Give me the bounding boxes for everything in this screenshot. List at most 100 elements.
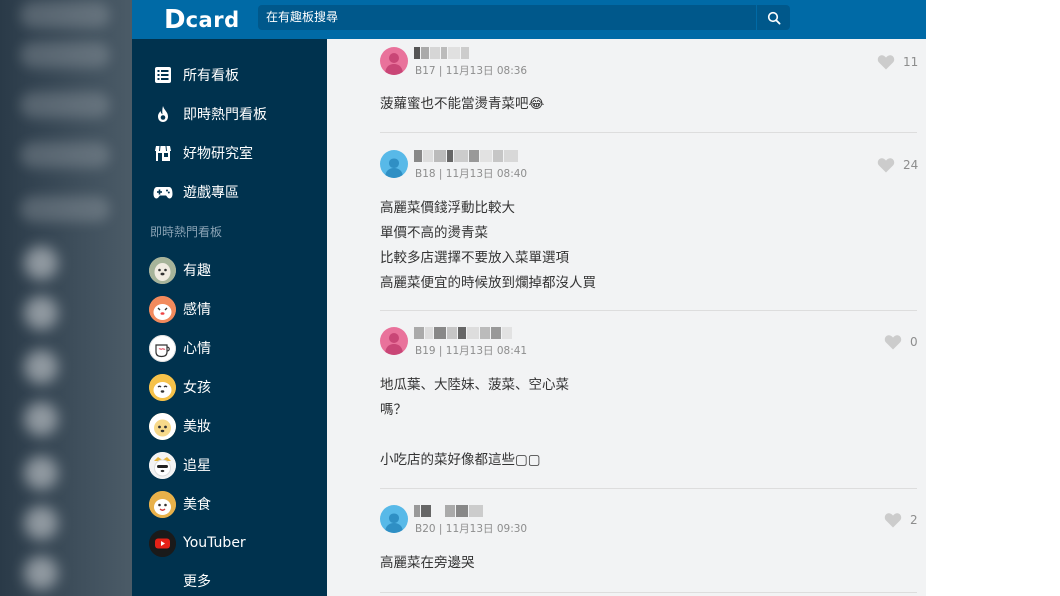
male-user-icon — [385, 158, 403, 178]
heart-icon — [877, 55, 895, 70]
comment-line: 單價不高的燙青菜 — [380, 225, 488, 241]
blurred-shape — [24, 296, 58, 330]
sidebar-item-all-boards[interactable]: 所有看板 — [152, 62, 239, 88]
sidebar-item-label: 好物研究室 — [183, 146, 253, 162]
dog-avatar-icon — [149, 451, 176, 479]
comment-content: 菠蘿蜜也不能當燙青菜吧😂 — [380, 92, 544, 117]
blurred-shape — [20, 142, 110, 168]
comment-line — [380, 423, 569, 448]
gamepad-icon — [152, 181, 174, 203]
sidebar-item-label: 所有看板 — [183, 68, 239, 84]
sidebar-item-girls[interactable]: 女孩 — [149, 373, 211, 401]
search-button[interactable] — [756, 5, 790, 30]
heart-icon — [884, 513, 902, 528]
sidebar-item-games[interactable]: 遊戲專區 — [152, 179, 239, 205]
board-label: 追星 — [183, 458, 211, 474]
comment-divider — [380, 592, 917, 593]
logo-text: card — [185, 8, 240, 32]
comment-line: 比較多店選擇不要放入菜單選項 — [380, 250, 569, 266]
comment-meta: B17 | 11月13日 08:36 — [415, 65, 528, 77]
comment-content: 高麗菜在旁邊哭 — [380, 551, 475, 576]
sidebar: 所有看板 即時熱門看板 好物研究室 遊戲專區 即時熱門看板 有趣 感情 心情 女… — [132, 39, 327, 596]
sidebar-item-food[interactable]: 美食 — [149, 490, 211, 518]
board-label: YouTuber — [183, 535, 246, 551]
sidebar-item-makeup[interactable]: 美妝 — [149, 412, 211, 440]
comment-divider — [380, 310, 917, 311]
author-name-blurred — [414, 150, 518, 162]
like-button[interactable]: 2 — [884, 512, 918, 528]
blurred-shape — [24, 402, 58, 436]
sidebar-more-link[interactable]: 更多 — [183, 571, 211, 591]
cup-avatar-icon — [149, 334, 176, 362]
sidebar-item-youtuber[interactable]: YouTuber — [149, 529, 246, 557]
dog-avatar-icon — [149, 295, 176, 323]
sidebar-item-idols[interactable]: 追星 — [149, 451, 211, 479]
blurred-shape — [24, 456, 58, 490]
like-button[interactable]: 11 — [877, 54, 918, 70]
top-header: D card 在有趣板搜尋 — [132, 0, 926, 39]
comment-line: 菠蘿蜜也不能當燙青菜吧😂 — [380, 96, 545, 112]
comment-line: 高麗菜價錢浮動比較大 — [380, 200, 515, 216]
blurred-shape — [24, 246, 58, 280]
like-count: 24 — [903, 158, 919, 172]
section-label-hot-boards: 即時熱門看板 — [150, 225, 223, 239]
sidebar-item-relationship[interactable]: 感情 — [149, 295, 211, 323]
flame-icon — [152, 103, 174, 125]
board-label: 有趣 — [183, 263, 211, 279]
sidebar-item-label: 即時熱門看板 — [183, 107, 267, 123]
youtube-icon — [149, 529, 176, 557]
comment-meta: B18 | 11月13日 08:40 — [415, 168, 528, 180]
user-avatar — [380, 47, 408, 75]
like-button[interactable]: 24 — [877, 157, 918, 173]
like-count: 11 — [903, 55, 919, 69]
comment-meta: B20 | 11月13日 09:30 — [415, 523, 528, 535]
comment-divider — [380, 132, 917, 133]
female-user-icon — [385, 53, 403, 75]
search-icon — [767, 11, 781, 25]
user-avatar — [380, 150, 408, 178]
blurred-shape — [20, 42, 110, 68]
board-label: 心情 — [183, 341, 211, 357]
comment-meta: B19 | 11月13日 08:41 — [415, 345, 528, 357]
shop-icon — [152, 142, 174, 164]
dcard-logo[interactable]: D card — [164, 6, 240, 34]
dog-avatar-icon — [149, 373, 176, 401]
sidebar-item-goods-lab[interactable]: 好物研究室 — [152, 140, 253, 166]
blurred-shape — [20, 196, 110, 222]
comment-divider — [380, 488, 917, 489]
board-label: 美食 — [183, 497, 211, 513]
comment-line: 高麗菜便宜的時候放到爛掉都沒人買 — [380, 275, 596, 291]
board-label: 感情 — [183, 302, 211, 318]
author-name-blurred — [414, 505, 483, 517]
blurred-shape — [24, 506, 58, 540]
comment-line: 地瓜葉、大陸妹、菠菜、空心菜 — [380, 377, 569, 393]
blurred-shape — [20, 2, 110, 28]
search-input[interactable]: 在有趣板搜尋 — [258, 5, 756, 30]
female-user-icon — [385, 333, 403, 355]
blurred-shape — [24, 350, 58, 384]
list-icon — [152, 64, 174, 86]
comment-content: 地瓜葉、大陸妹、菠菜、空心菜 嗎？ 小吃店的菜好像都這些▢▢ — [380, 373, 569, 473]
dog-avatar-icon — [149, 256, 176, 284]
comment-line: 小吃店的菜好像都這些▢▢ — [380, 452, 541, 468]
author-name-blurred — [414, 47, 469, 59]
logo-letter: D — [164, 5, 186, 35]
heart-icon — [877, 158, 895, 173]
like-count: 0 — [910, 335, 918, 349]
blurred-shape — [24, 556, 58, 590]
like-count: 2 — [910, 513, 918, 527]
like-button[interactable]: 0 — [884, 334, 918, 350]
comment-line: 高麗菜在旁邊哭 — [380, 555, 475, 571]
sidebar-item-mood[interactable]: 心情 — [149, 334, 211, 362]
comment-list: B17 | 11月13日 08:36 11 菠蘿蜜也不能當燙青菜吧😂 B18 |… — [327, 39, 926, 596]
comment-line: 嗎？ — [380, 402, 407, 418]
heart-icon — [884, 335, 902, 350]
sidebar-item-funny[interactable]: 有趣 — [149, 256, 211, 284]
blurred-shape — [20, 92, 110, 118]
sidebar-item-label: 遊戲專區 — [183, 185, 239, 201]
dog-avatar-icon — [149, 490, 176, 518]
sidebar-item-hot-boards[interactable]: 即時熱門看板 — [152, 101, 267, 127]
board-label: 女孩 — [183, 380, 211, 396]
author-name-blurred — [414, 327, 512, 339]
male-user-icon — [385, 513, 403, 533]
